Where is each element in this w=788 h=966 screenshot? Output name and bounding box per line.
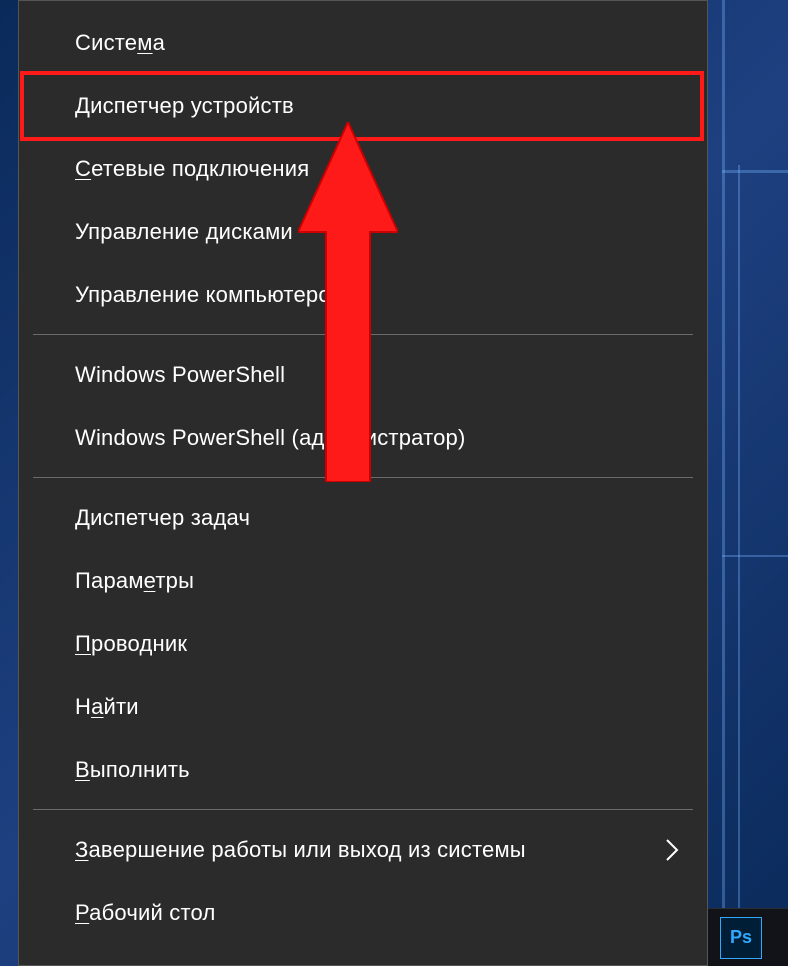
menu-item-label: Диспетчер задач	[75, 505, 250, 531]
chevron-right-icon	[665, 838, 679, 862]
menu-item-label: Завершение работы или выход из системы	[75, 837, 526, 863]
menu-item-desktop[interactable]: Рабочий стол	[19, 881, 707, 944]
menu-item-disk-management[interactable]: Управление дисками	[19, 200, 707, 263]
menu-item-powershell[interactable]: Windows PowerShell	[19, 343, 707, 406]
menu-item-search[interactable]: Найти	[19, 675, 707, 738]
menu-item-label: Найти	[75, 694, 139, 720]
menu-separator	[33, 334, 693, 335]
menu-separator	[33, 809, 693, 810]
menu-item-label: Выполнить	[75, 757, 190, 783]
menu-item-task-manager[interactable]: Диспетчер задач	[19, 486, 707, 549]
menu-item-label: Система	[75, 30, 165, 56]
photoshop-taskbar-icon[interactable]: Ps	[720, 917, 762, 959]
menu-item-label: Проводник	[75, 631, 187, 657]
menu-item-network-connections[interactable]: Сетевые подключения	[19, 137, 707, 200]
menu-item-label: Диспетчер устройств	[75, 93, 294, 119]
menu-item-label: Windows PowerShell	[75, 362, 285, 388]
menu-item-settings[interactable]: Параметры	[19, 549, 707, 612]
menu-item-run[interactable]: Выполнить	[19, 738, 707, 801]
menu-separator	[33, 477, 693, 478]
menu-item-system[interactable]: Система	[19, 11, 707, 74]
photoshop-icon-label: Ps	[730, 927, 752, 948]
bg-light-edge	[722, 0, 725, 910]
menu-item-label: Параметры	[75, 568, 194, 594]
bg-light-edge	[722, 170, 788, 173]
menu-item-label: Управление компьютером	[75, 282, 346, 308]
menu-item-label: Рабочий стол	[75, 900, 216, 926]
menu-item-device-manager[interactable]: Диспетчер устройств	[19, 74, 707, 137]
menu-item-label: Windows PowerShell (администратор)	[75, 425, 466, 451]
taskbar-fragment: Ps	[708, 908, 788, 966]
menu-item-label: Сетевые подключения	[75, 156, 309, 182]
menu-item-explorer[interactable]: Проводник	[19, 612, 707, 675]
menu-item-label: Управление дисками	[75, 219, 293, 245]
menu-item-computer-management[interactable]: Управление компьютером	[19, 263, 707, 326]
menu-item-powershell-admin[interactable]: Windows PowerShell (администратор)	[19, 406, 707, 469]
menu-item-shutdown[interactable]: Завершение работы или выход из системы	[19, 818, 707, 881]
winx-context-menu: Система Диспетчер устройств Сетевые подклю…	[18, 0, 708, 966]
bg-light-edge	[722, 555, 788, 557]
bg-light-edge	[738, 165, 740, 910]
